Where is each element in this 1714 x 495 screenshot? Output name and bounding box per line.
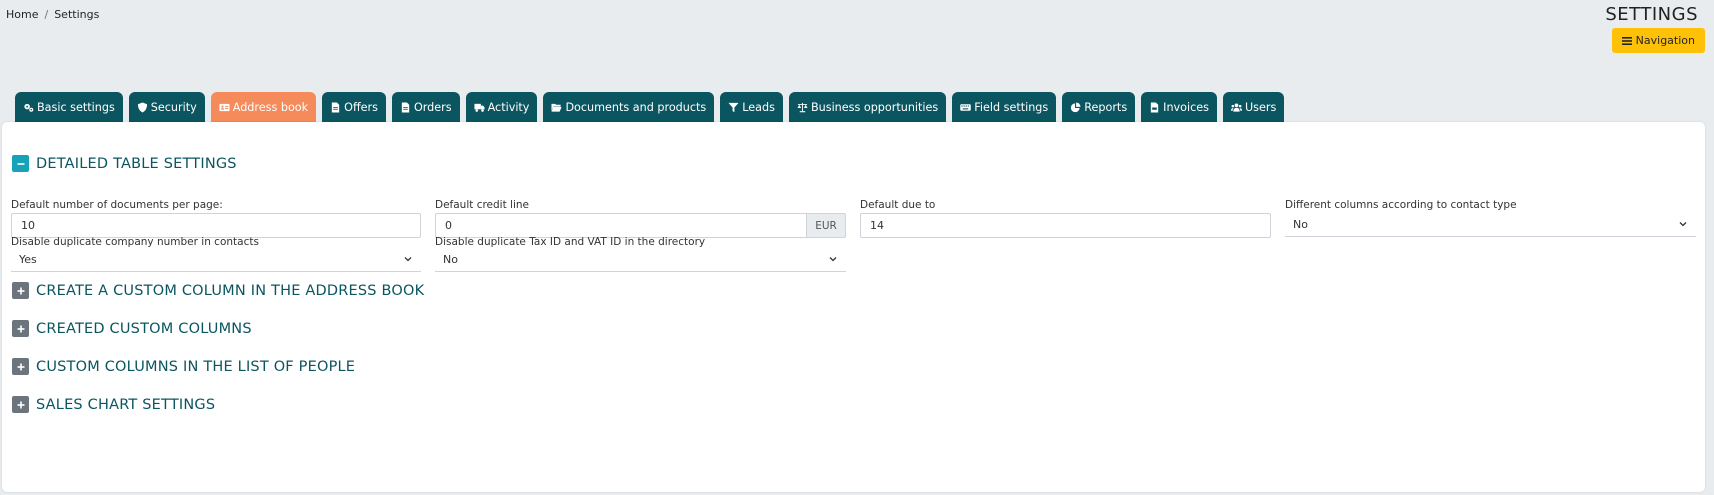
navigation-button[interactable]: Navigation (1611, 28, 1705, 53)
tab-label: Documents and products (565, 100, 707, 114)
section-detailed-table-settings[interactable]: DETAILED TABLE SETTINGS (12, 155, 237, 172)
tab-users[interactable]: Users (1222, 92, 1285, 122)
tab-label: Users (1244, 100, 1277, 114)
tab-field-settings[interactable]: Field settings (952, 92, 1057, 122)
section-create-custom-column[interactable]: CREATE A CUSTOM COLUMN IN THE ADDRESS BO… (12, 282, 424, 299)
expand-icon (12, 320, 29, 337)
tab-business-opportunities[interactable]: Business opportunities (788, 92, 947, 122)
diff-columns-label: Different columns according to contact t… (1285, 199, 1517, 211)
tab-documents-products[interactable]: Documents and products (543, 92, 715, 122)
breadcrumb-home[interactable]: Home (6, 8, 38, 21)
tab-invoices[interactable]: Invoices (1141, 92, 1217, 122)
breadcrumb-current: Settings (54, 8, 100, 21)
breadcrumb-separator: / (44, 8, 49, 21)
folder-open-icon (551, 103, 562, 112)
file-icon (401, 101, 410, 113)
settings-tabs: Basic settings Security Address book Off… (15, 92, 1285, 122)
section-created-custom-columns[interactable]: CREATED CUSTOM COLUMNS (12, 320, 252, 337)
expand-icon (12, 358, 29, 375)
section-title: SALES CHART SETTINGS (36, 396, 216, 413)
section-custom-columns-people[interactable]: CUSTOM COLUMNS IN THE LIST OF PEOPLE (12, 358, 355, 375)
section-title: DETAILED TABLE SETTINGS (36, 155, 237, 172)
tab-orders[interactable]: Orders (391, 92, 460, 122)
tab-leads[interactable]: Leads (720, 92, 783, 122)
file-icon (331, 101, 340, 113)
currency-addon: EUR (807, 213, 846, 238)
dup-tax-select[interactable]: No (435, 247, 846, 272)
tab-address-book[interactable]: Address book (210, 92, 317, 122)
select-value: No (1293, 217, 1308, 231)
section-sales-chart-settings[interactable]: SALES CHART SETTINGS (12, 396, 215, 413)
credit-line-input[interactable] (435, 213, 807, 238)
select-value: Yes (19, 252, 37, 266)
tab-basic-settings[interactable]: Basic settings (15, 92, 123, 122)
settings-page: Home / Settings SETTINGS Navigation Basi… (0, 0, 1714, 495)
due-to-input[interactable] (860, 213, 1271, 238)
tab-label: Activity (487, 100, 530, 114)
tab-activity[interactable]: Activity (465, 92, 538, 122)
cogs-icon (24, 103, 34, 112)
truck-icon (474, 103, 485, 112)
expand-icon (12, 396, 29, 413)
due-to-label: Default due to (860, 199, 936, 211)
docs-per-page-label: Default number of documents per page: (11, 199, 223, 211)
collapse-icon (12, 155, 29, 172)
section-title: CREATE A CUSTOM COLUMN IN THE ADDRESS BO… (36, 282, 425, 299)
filter-icon (728, 102, 739, 112)
tab-label: Orders (413, 100, 452, 114)
dup-company-select[interactable]: Yes (11, 247, 421, 272)
docs-per-page-input[interactable] (11, 213, 421, 238)
bars-icon (1621, 36, 1632, 45)
select-value: No (443, 252, 458, 266)
section-title: CUSTOM COLUMNS IN THE LIST OF PEOPLE (36, 358, 356, 375)
tab-label: Offers (344, 100, 378, 114)
balance-scale-icon (797, 102, 808, 112)
diff-columns-select[interactable]: No (1285, 212, 1696, 237)
section-title: CREATED CUSTOM COLUMNS (36, 320, 252, 337)
chevron-down-icon (1679, 222, 1687, 227)
expand-icon (12, 282, 29, 299)
tab-label: Field settings (974, 100, 1049, 114)
breadcrumb: Home / Settings (6, 8, 99, 21)
navigation-button-label: Navigation (1635, 34, 1695, 47)
chevron-down-icon (404, 257, 412, 262)
settings-card: DETAILED TABLE SETTINGS Default number o… (2, 122, 1705, 492)
tab-reports[interactable]: Reports (1062, 92, 1136, 122)
tab-label: Basic settings (37, 100, 115, 114)
credit-line-label: Default credit line (435, 199, 530, 211)
page-title: SETTINGS (1605, 4, 1698, 25)
tab-offers[interactable]: Offers (322, 92, 386, 122)
address-card-icon (219, 103, 230, 111)
tab-label: Invoices (1163, 100, 1209, 114)
tab-label: Business opportunities (810, 100, 939, 114)
tab-label: Address book (232, 100, 309, 114)
tab-label: Security (150, 100, 197, 114)
pie-chart-icon (1071, 101, 1081, 112)
shield-icon (137, 101, 147, 113)
keyboard-icon (960, 103, 971, 111)
file-invoice-icon (1150, 101, 1159, 113)
tab-security[interactable]: Security (128, 92, 205, 122)
users-icon (1230, 102, 1242, 112)
tab-label: Reports (1084, 100, 1128, 114)
tab-label: Leads (742, 100, 775, 114)
chevron-down-icon (829, 257, 837, 262)
